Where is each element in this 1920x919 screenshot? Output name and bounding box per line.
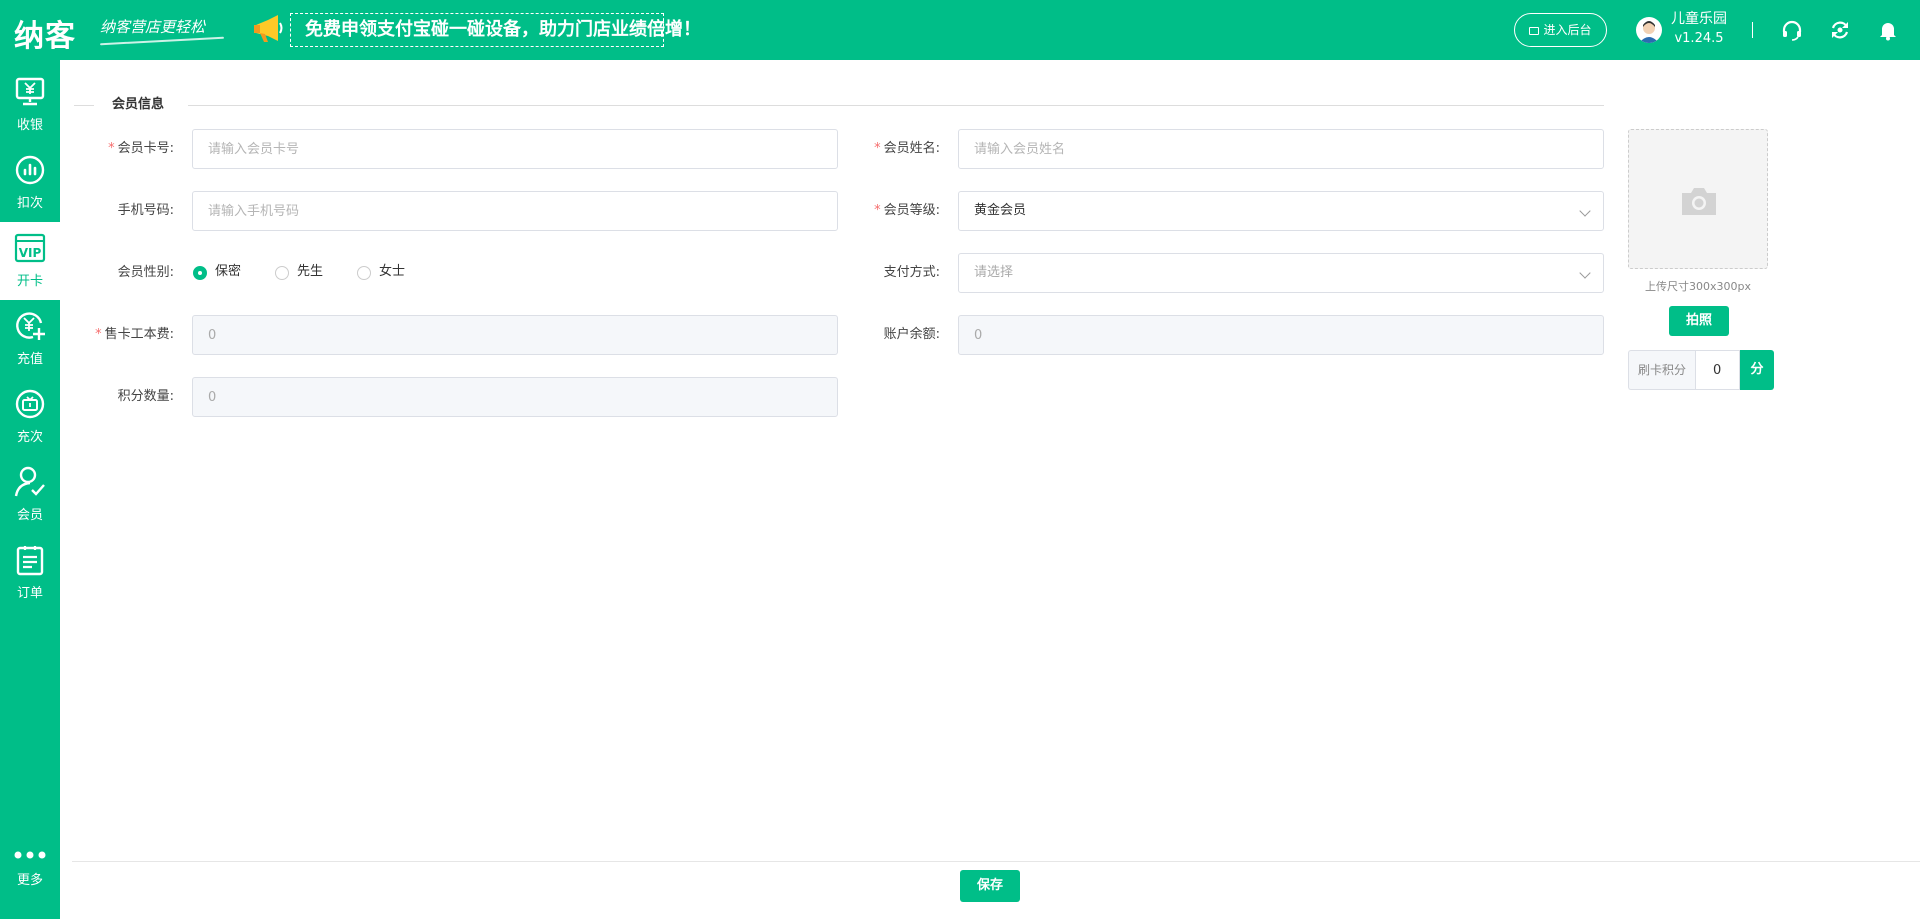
more-dots-icon (14, 851, 46, 859)
card-no-label: * 会员卡号: (74, 129, 174, 169)
sidebar-item-label: 开卡 (16, 274, 43, 289)
sidebar-item-open-card[interactable]: VIP 开卡 (0, 222, 60, 300)
radio-unchecked-icon (357, 266, 371, 280)
balance-label: 账户余额: (883, 327, 940, 342)
chevron-down-icon (1579, 267, 1591, 279)
divider (188, 105, 1604, 106)
member-level-label: * 会员等级: (840, 191, 940, 231)
camera-icon (1682, 188, 1716, 215)
payment-method-select[interactable]: 请选择 (958, 253, 1604, 293)
app-logo: 纳客 (14, 19, 76, 54)
phone-label: 手机号码: (117, 203, 174, 218)
radio-label: 女士 (379, 264, 406, 279)
swipe-points-unit: 分 (1740, 350, 1774, 390)
bell-icon[interactable] (1877, 19, 1899, 41)
chevron-down-icon (1579, 205, 1591, 217)
divider (74, 105, 94, 106)
card-no-label-text: 会员卡号: (117, 141, 174, 156)
header-divider (1752, 22, 1753, 38)
payment-placeholder: 请选择 (974, 265, 1014, 280)
sidebar-item-label: 收银 (16, 118, 43, 133)
cashier-icon (15, 77, 45, 106)
promo-banner[interactable]: 免费申领支付宝碰一碰设备，助力门店业绩倍增！ (290, 13, 701, 47)
upload-size-hint: 上传尺寸300x300px (1645, 280, 1751, 293)
svg-text:VIP: VIP (19, 246, 42, 260)
sidebar-item-label: 会员 (16, 508, 43, 523)
vip-card-icon: VIP (14, 233, 46, 263)
swipe-points-input[interactable] (1695, 350, 1740, 390)
footer-divider (72, 861, 1920, 862)
app-slogan: 纳客营店更轻松 (100, 18, 206, 36)
member-level-label-text: 会员等级: (883, 203, 940, 218)
section-title: 会员信息 (112, 97, 165, 112)
sidebar-item-recharge[interactable]: 充值 (0, 300, 60, 378)
recharge-times-icon (15, 389, 45, 419)
sync-icon[interactable] (1829, 19, 1851, 41)
top-header: 纳客 纳客营店更轻松 免费申领支付宝碰一碰设备，助力门店业绩倍增！ 进入后台 儿… (0, 0, 1920, 60)
swipe-points-label: 刷卡积分 (1628, 350, 1695, 390)
slogan-underline (100, 36, 224, 46)
sidebar-item-cashier[interactable]: 收银 (0, 66, 60, 144)
sidebar-item-label: 充次 (16, 430, 43, 445)
card-fee-label-text: 售卡工本费: (104, 327, 174, 342)
radio-label: 保密 (215, 264, 242, 279)
enter-backend-button[interactable]: 进入后台 (1514, 13, 1607, 47)
sidebar-item-more[interactable]: 更多 (0, 841, 60, 919)
sidebar-item-label: 充值 (16, 352, 43, 367)
phone-input[interactable] (192, 191, 838, 231)
radio-unchecked-icon (275, 266, 289, 280)
card-fee-label: * 售卡工本费: (74, 315, 174, 355)
member-name-label: * 会员姓名: (840, 129, 940, 169)
save-button[interactable]: 保存 (960, 870, 1020, 902)
sidebar-item-order[interactable]: 订单 (0, 534, 60, 612)
megaphone-icon (254, 15, 283, 42)
sidebar-item-deduct[interactable]: 扣次 (0, 144, 60, 222)
sidebar-item-member[interactable]: 会员 (0, 456, 60, 534)
card-no-input[interactable] (192, 129, 838, 169)
headset-icon[interactable] (1781, 19, 1803, 41)
radio-checked-icon (193, 266, 207, 280)
sidebar-more-label: 更多 (16, 873, 43, 888)
gender-label: 会员性别: (117, 265, 174, 280)
required-mark: * (95, 327, 102, 342)
sidebar-item-recharge-times[interactable]: 充次 (0, 378, 60, 456)
required-mark: * (108, 141, 115, 156)
photo-upload-box[interactable] (1628, 129, 1768, 269)
member-icon (14, 466, 45, 497)
enter-backend-label: 进入后台 (1543, 23, 1592, 37)
card-fee-input (192, 315, 838, 355)
take-photo-button[interactable]: 拍照 (1669, 306, 1729, 336)
avatar[interactable] (1636, 17, 1662, 43)
balance-input (958, 315, 1604, 355)
member-level-value: 黄金会员 (974, 203, 1027, 218)
required-mark: * (874, 141, 881, 156)
monitor-icon (1529, 27, 1540, 35)
payment-label: 支付方式: (883, 265, 940, 280)
app-version: v1.24.5 (1674, 31, 1724, 46)
member-level-select[interactable]: 黄金会员 (958, 191, 1604, 231)
recharge-icon (16, 312, 45, 340)
sidebar: 收银 扣次 VIP 开卡 充值 充次 会员 订单 更多 (0, 60, 60, 919)
user-avatar-icon (1639, 21, 1659, 43)
member-name-input[interactable] (958, 129, 1604, 169)
store-name[interactable]: 儿童乐园 (1668, 10, 1730, 28)
deduct-icon (15, 155, 45, 185)
points-label: 积分数量: (117, 389, 174, 404)
sidebar-item-label: 订单 (16, 586, 43, 601)
radio-label: 先生 (297, 264, 324, 279)
required-mark: * (874, 203, 881, 218)
sidebar-item-label: 扣次 (16, 196, 43, 211)
member-name-label-text: 会员姓名: (883, 141, 940, 156)
points-input (192, 377, 838, 417)
order-icon (16, 546, 44, 576)
section-header: 会员信息 (74, 96, 1604, 114)
